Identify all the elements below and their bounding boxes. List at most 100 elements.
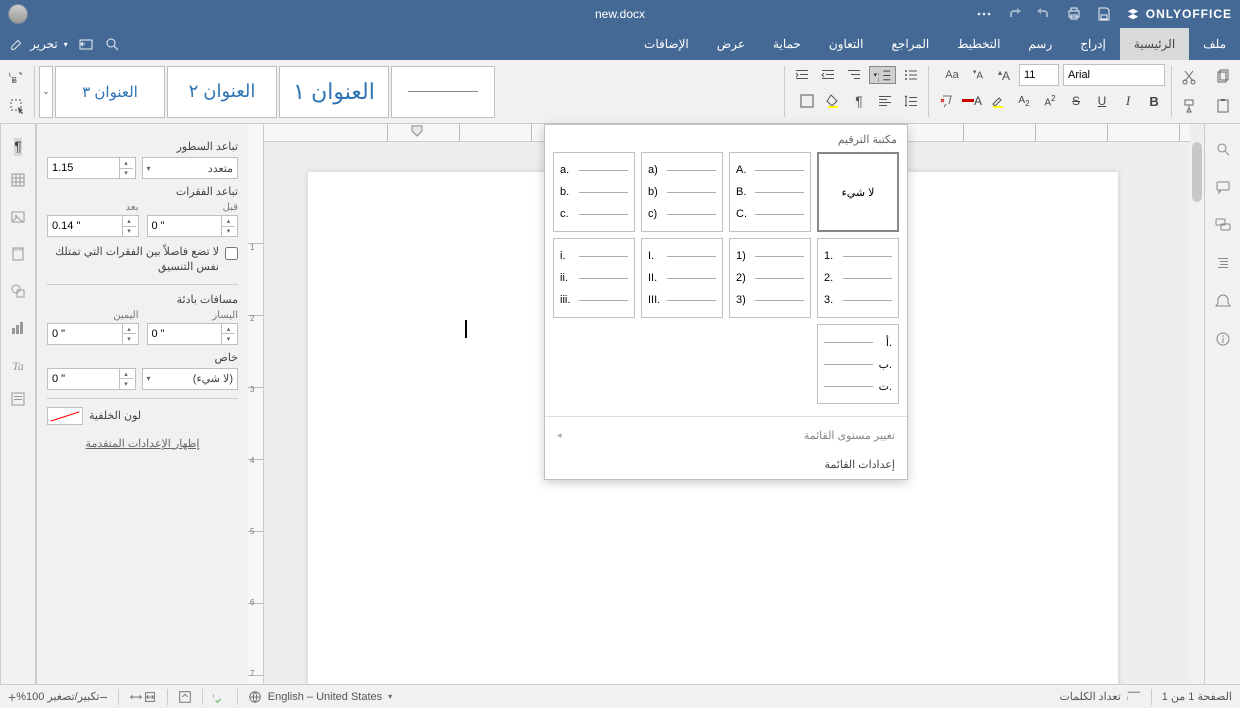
zoom-out-button[interactable]: − — [100, 689, 108, 705]
font-decrease-button[interactable]: A▾ — [967, 64, 989, 86]
style-heading2[interactable]: العنوان ٢ — [167, 66, 277, 118]
tab-draw[interactable]: رسم — [1014, 28, 1066, 60]
cut-button[interactable] — [1178, 66, 1200, 88]
indent-left[interactable]: ▴▾ — [147, 323, 239, 345]
fit-page-button[interactable] — [129, 690, 143, 704]
numbering-alpha-paren[interactable]: a) b) c) — [641, 152, 723, 232]
line-spacing-button[interactable] — [900, 90, 922, 112]
copy-button[interactable] — [1212, 66, 1234, 88]
find-icon[interactable] — [1212, 138, 1234, 160]
strikethrough-button[interactable]: S — [1065, 90, 1087, 112]
numbering-alpha-lower[interactable]: a. b. c. — [553, 152, 635, 232]
word-count[interactable]: 123 تعداد الكلمات — [1059, 690, 1140, 704]
undo-icon[interactable] — [1036, 6, 1052, 22]
bgcolor-swatch[interactable] — [47, 407, 83, 425]
numbering-roman-upper[interactable]: I. II. III. — [641, 238, 723, 318]
zoom-in-button[interactable]: + — [8, 689, 16, 705]
no-space-same-style[interactable]: لا تضع فاصلاً بين الفقرات التي تمتلك نفس… — [47, 245, 238, 276]
select-all-button[interactable] — [6, 95, 28, 117]
line-spacing-mode[interactable]: متعدد▾ — [142, 157, 239, 179]
feedback-icon[interactable] — [1212, 290, 1234, 312]
fit-width-button[interactable] — [143, 690, 157, 704]
clear-format-button[interactable] — [935, 90, 957, 112]
open-location-icon[interactable] — [78, 36, 94, 52]
numbering-numeric-paren[interactable]: 1) 2) 3) — [729, 238, 811, 318]
tab-view[interactable]: عرض — [703, 28, 759, 60]
increase-indent-button[interactable] — [791, 64, 813, 86]
about-icon[interactable] — [1212, 328, 1234, 350]
print-icon[interactable] — [1066, 6, 1082, 22]
line-spacing-value[interactable]: ▴▾ — [47, 157, 136, 179]
font-increase-button[interactable]: A▴ — [993, 64, 1015, 86]
search-icon[interactable] — [104, 36, 120, 52]
multilevel-button[interactable] — [843, 64, 865, 86]
special-value[interactable]: ▴▾ — [47, 368, 136, 390]
font-name-combo[interactable]: Arial — [1063, 64, 1165, 86]
header-footer-icon[interactable] — [10, 246, 26, 267]
track-changes-toggle[interactable] — [178, 690, 192, 704]
tab-plugins[interactable]: الإضافات — [630, 28, 703, 60]
numbering-none[interactable]: لا شيء — [817, 152, 899, 232]
spacing-after[interactable]: ▴▾ — [47, 215, 139, 237]
paste-button[interactable] — [1212, 95, 1234, 117]
tab-insert[interactable]: إدراج — [1066, 28, 1120, 60]
numbering-alpha-upper[interactable]: A. B. C. — [729, 152, 811, 232]
advanced-settings-link[interactable]: إظهار الإعدادات المتقدمة — [47, 437, 238, 450]
tab-file[interactable]: ملف — [1189, 28, 1240, 60]
tab-layout[interactable]: التخطيط — [943, 28, 1014, 60]
headings-icon[interactable] — [1212, 252, 1234, 274]
tab-collaboration[interactable]: التعاون — [815, 28, 878, 60]
list-settings[interactable]: إعدادات القائمة — [545, 450, 907, 479]
page-info[interactable]: الصفحة 1 من 1 — [1162, 690, 1232, 703]
shape-settings-icon[interactable] — [10, 283, 26, 304]
align-button[interactable] — [874, 90, 896, 112]
user-avatar[interactable] — [8, 4, 28, 24]
spellcheck-toggle[interactable]: Ab — [213, 690, 227, 704]
form-settings-icon[interactable] — [10, 391, 26, 412]
redo-icon[interactable] — [1006, 6, 1022, 22]
vertical-scrollbar[interactable] — [1190, 142, 1204, 684]
vertical-ruler[interactable]: 1 2 3 4 5 6 7 — [248, 124, 264, 684]
decrease-indent-button[interactable] — [817, 64, 839, 86]
underline-button[interactable]: U — [1091, 90, 1113, 112]
tab-references[interactable]: المراجع — [878, 28, 944, 60]
zoom-level[interactable]: تكبير/تصغير 100% — [16, 690, 99, 703]
shading-button[interactable] — [822, 90, 844, 112]
style-gallery-expand[interactable]: ⌄ — [39, 66, 53, 118]
doc-language[interactable]: English – United States ▾ — [248, 690, 392, 704]
spacing-before[interactable]: ▴▾ — [147, 215, 239, 237]
replace-button[interactable]: AB — [6, 66, 28, 88]
font-color-button[interactable]: A — [961, 90, 983, 112]
more-icon[interactable] — [976, 6, 992, 22]
special-mode[interactable]: (لا شيء)▾ — [142, 368, 239, 390]
comments-icon[interactable] — [1212, 176, 1234, 198]
image-settings-icon[interactable] — [10, 209, 26, 230]
format-painter-button[interactable] — [1178, 95, 1200, 117]
style-heading1[interactable]: العنوان ١ — [279, 66, 389, 118]
indent-right[interactable]: ▴▾ — [47, 323, 139, 345]
indent-marker[interactable] — [410, 124, 424, 142]
italic-button[interactable]: I — [1117, 90, 1139, 112]
style-normal[interactable] — [391, 66, 495, 118]
table-settings-icon[interactable] — [10, 172, 26, 193]
chart-settings-icon[interactable] — [10, 320, 26, 341]
paragraph-settings-icon[interactable]: ¶ — [14, 138, 22, 156]
chat-icon[interactable] — [1212, 214, 1234, 236]
font-size-combo[interactable]: 11 — [1019, 64, 1059, 86]
bold-button[interactable]: B — [1143, 90, 1165, 112]
tab-protection[interactable]: حماية — [759, 28, 815, 60]
nonprinting-button[interactable]: ¶ — [848, 90, 870, 112]
editing-mode[interactable]: تحرير ▾ — [10, 37, 68, 51]
superscript-button[interactable]: A2 — [1039, 90, 1061, 112]
numbering-numeric[interactable]: 1. 2. 3. — [817, 238, 899, 318]
borders-button[interactable] — [796, 90, 818, 112]
highlight-button[interactable] — [987, 90, 1009, 112]
numbering-roman-lower[interactable]: i. ii. iii. — [553, 238, 635, 318]
change-case-button[interactable]: Aa — [941, 64, 963, 86]
bullets-button[interactable] — [900, 64, 922, 86]
save-icon[interactable] — [1096, 6, 1112, 22]
style-heading3[interactable]: العنوان ٣ — [55, 66, 165, 118]
numbering-arabic-letters[interactable]: .أ .ب .ت — [817, 324, 899, 404]
change-list-level[interactable]: تغيير مستوى القائمة◂ — [545, 421, 907, 450]
subscript-button[interactable]: A2 — [1013, 90, 1035, 112]
